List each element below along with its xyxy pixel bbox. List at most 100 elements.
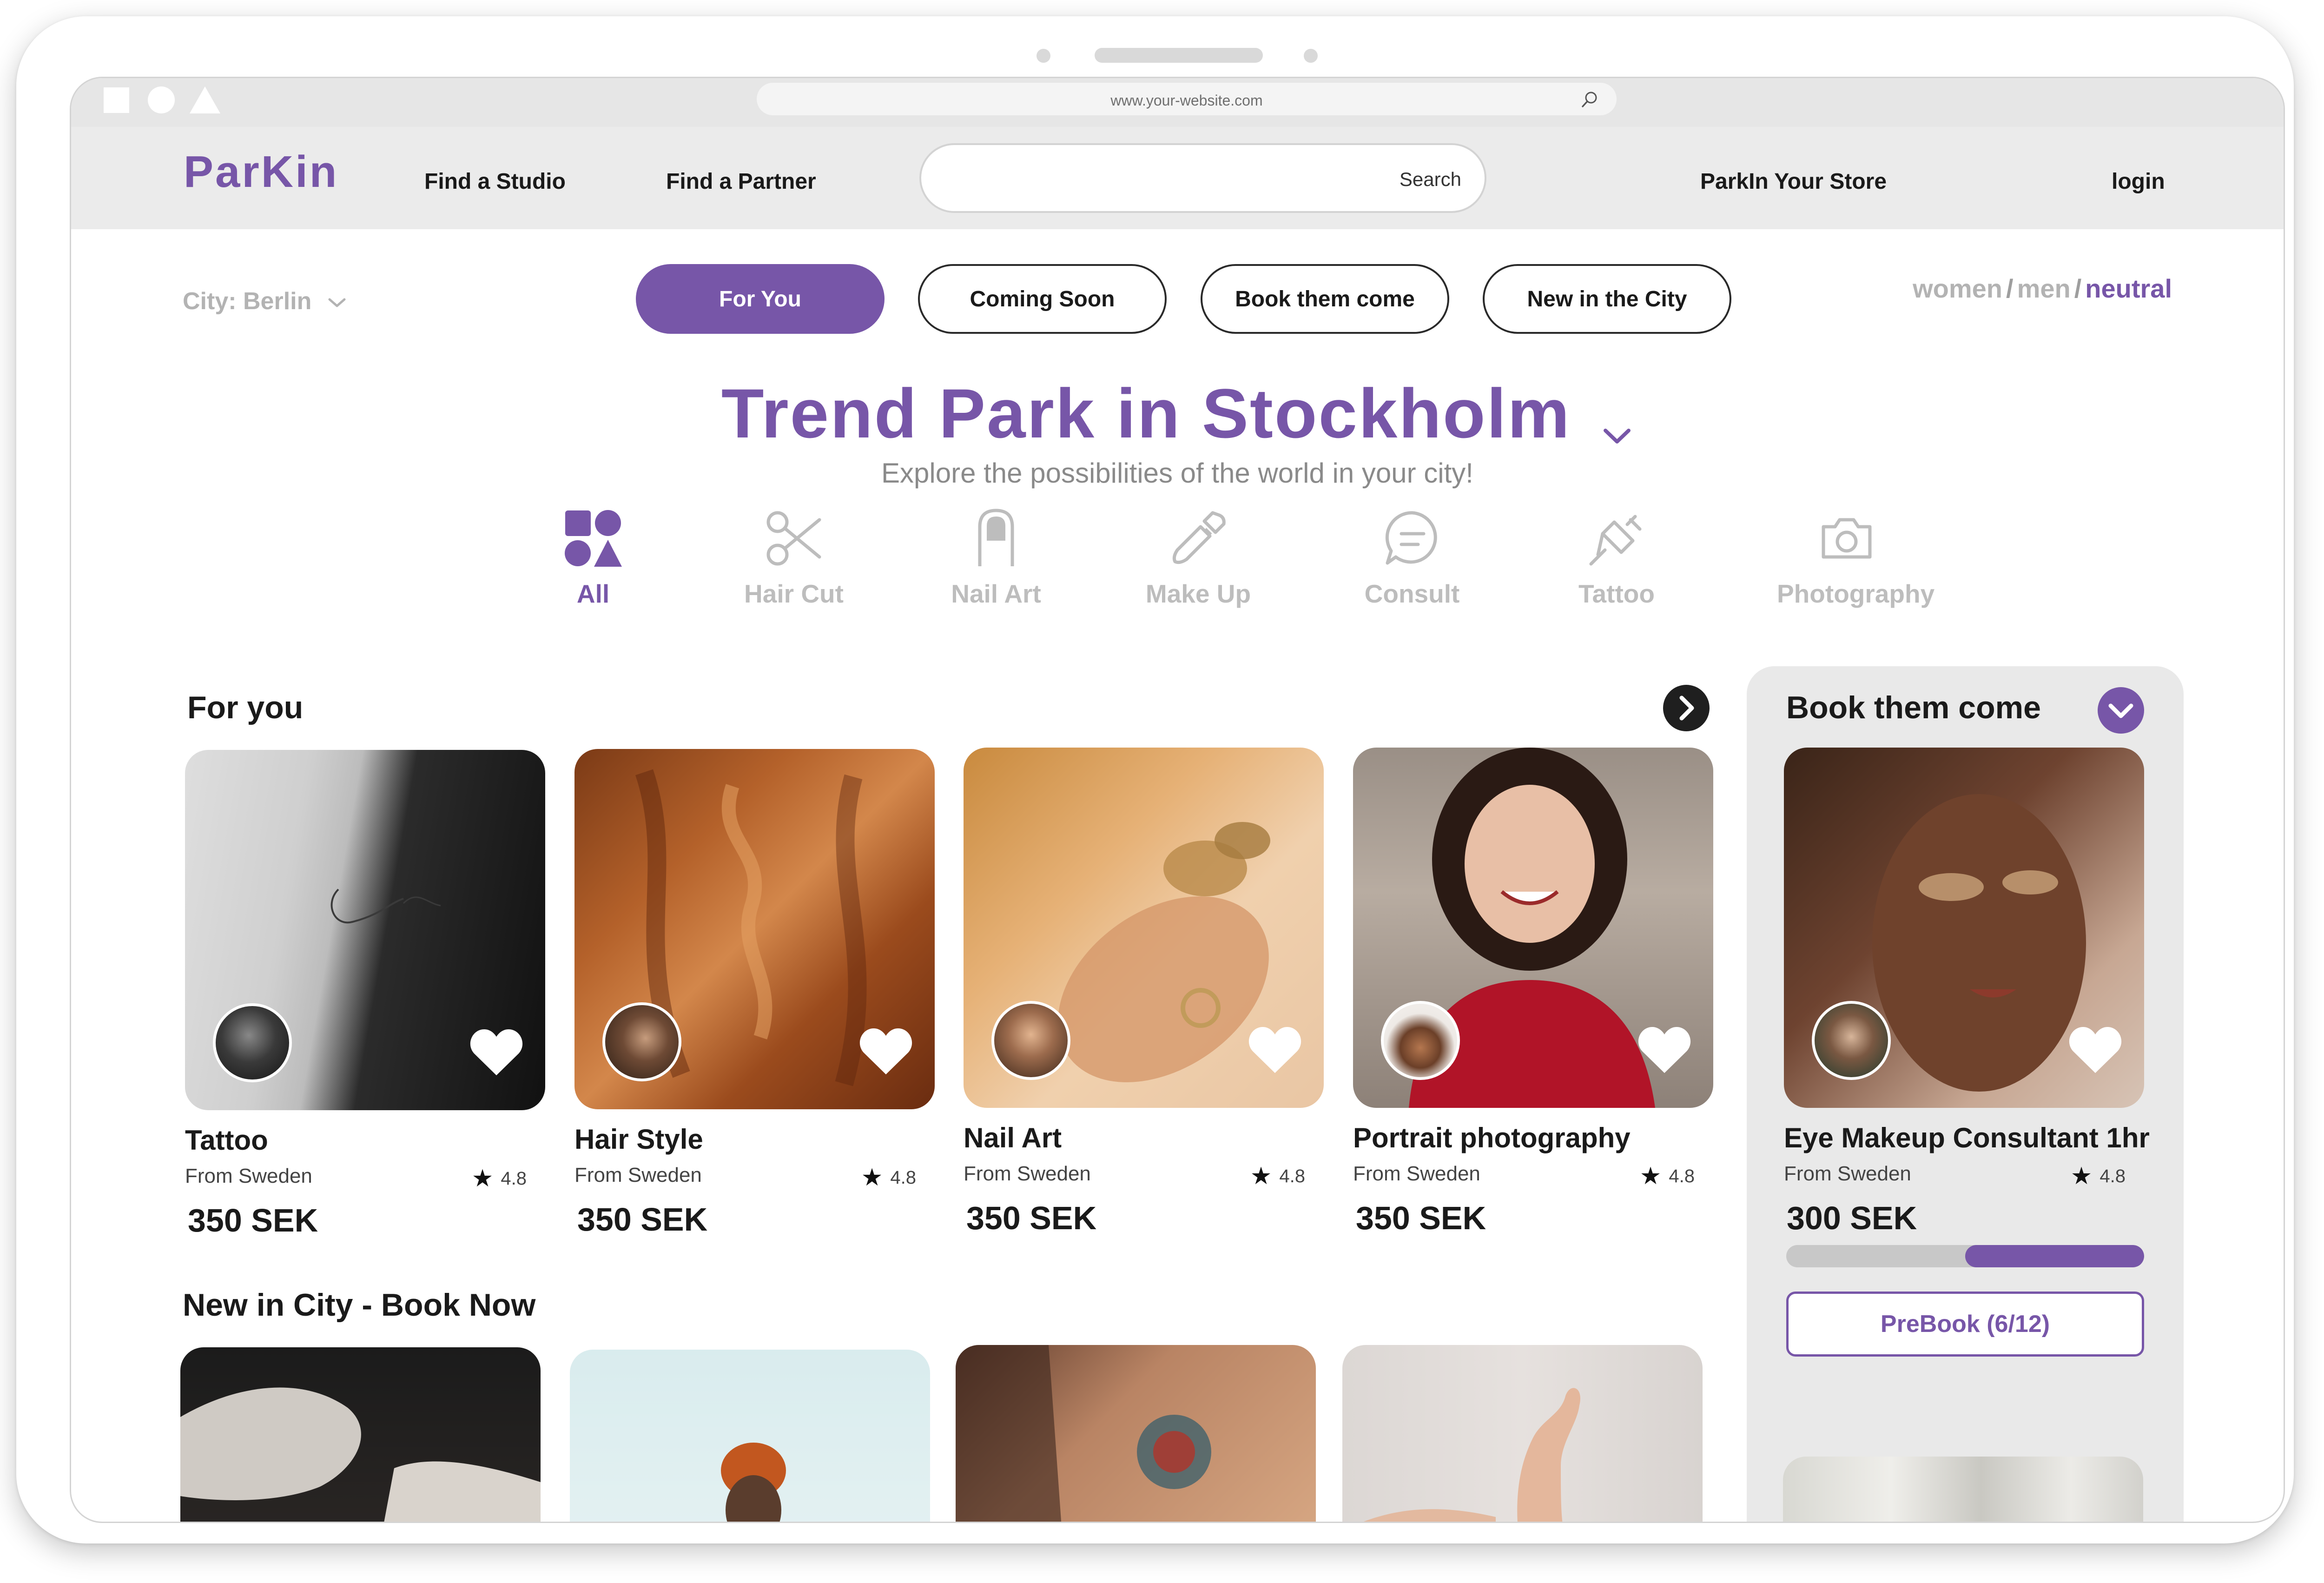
chevron-down-icon xyxy=(328,298,346,307)
panel-dropdown-button[interactable] xyxy=(2098,687,2144,734)
star-icon: ★ xyxy=(861,1164,883,1191)
rating-value: 4.8 xyxy=(2100,1166,2126,1186)
category-label: Hair Cut xyxy=(744,579,844,608)
next-arrow-button[interactable] xyxy=(1663,685,1710,731)
artist-avatar[interactable] xyxy=(213,1003,292,1082)
parkin-logo[interactable]: ParKin xyxy=(184,146,338,198)
service-rating: ★ 4.8 xyxy=(472,1165,527,1192)
address-bar[interactable]: www.your-website.com xyxy=(757,83,1617,115)
browser-chrome: www.your-website.com xyxy=(71,78,2284,127)
nav-parkin-your-store[interactable]: ParkIn Your Store xyxy=(1700,169,1887,194)
service-card[interactable]: Tattoo From Sweden ★ 4.8 350 SEK xyxy=(185,750,545,1239)
service-card-image[interactable] xyxy=(1783,1457,2143,1523)
progress-fill xyxy=(1965,1245,2144,1267)
service-title: Tattoo xyxy=(185,1125,268,1156)
category-all[interactable]: All xyxy=(523,508,663,609)
service-origin: From Sweden xyxy=(185,1165,312,1187)
service-card[interactable]: Nail Art From Sweden ★ 4.8 350 SEK xyxy=(964,748,1324,1237)
pill-for-you[interactable]: For You xyxy=(636,264,885,334)
pill-coming-soon[interactable]: Coming Soon xyxy=(918,264,1167,334)
gender-separator: / xyxy=(2074,274,2082,303)
heart-icon[interactable] xyxy=(2067,1024,2123,1075)
artist-avatar[interactable] xyxy=(991,1001,1070,1080)
address-url: www.your-website.com xyxy=(1110,92,1263,109)
chat-bubble-icon xyxy=(1385,511,1437,565)
gender-women[interactable]: women xyxy=(1913,274,2002,303)
service-card[interactable]: Portrait photography From Sweden ★ 4.8 35… xyxy=(1353,748,1713,1237)
heart-icon[interactable] xyxy=(1247,1024,1303,1075)
book-them-come-panel: Book them come Eye Makeup Consultant 1hr… xyxy=(1747,666,2184,1523)
service-image xyxy=(1353,748,1713,1108)
book-them-come-heading: Book them come xyxy=(1786,690,2041,725)
window-circle-icon[interactable] xyxy=(148,86,175,113)
category-hair-cut[interactable]: Hair Cut xyxy=(724,508,864,609)
heart-icon[interactable] xyxy=(858,1026,914,1077)
tattoo-artist-hands-image xyxy=(180,1387,541,1522)
heart-icon[interactable] xyxy=(469,1027,524,1078)
service-origin: From Sweden xyxy=(964,1162,1091,1185)
new-in-city-card[interactable] xyxy=(956,1345,1316,1522)
service-title: Eye Makeup Consultant 1hr xyxy=(1784,1122,2150,1153)
pill-new-in-city[interactable]: New in the City xyxy=(1483,264,1731,334)
service-rating: ★ 4.8 xyxy=(1250,1162,1305,1190)
new-in-city-card[interactable] xyxy=(1342,1345,1703,1522)
service-card[interactable]: Eye Makeup Consultant 1hr From Sweden ★ 4… xyxy=(1784,748,2150,1237)
star-icon: ★ xyxy=(2070,1163,2093,1190)
star-icon: ★ xyxy=(1639,1163,1662,1190)
prebook-progress-bar xyxy=(1786,1245,2144,1267)
new-in-city-card[interactable] xyxy=(180,1347,541,1522)
shapes-icon xyxy=(565,510,622,567)
login-link[interactable]: login xyxy=(2112,169,2165,194)
category-make-up[interactable]: Make Up xyxy=(1129,508,1268,609)
service-card[interactable]: Hair Style From Sweden ★ 4.8 350 SEK xyxy=(574,749,935,1238)
prebook-button[interactable]: PreBook (6/12) xyxy=(1786,1292,2144,1357)
star-icon: ★ xyxy=(1250,1163,1272,1190)
gender-neutral[interactable]: neutral xyxy=(2085,274,2172,303)
raised-hand-image xyxy=(1363,1388,1580,1522)
service-origin: From Sweden xyxy=(1353,1162,1480,1185)
category-label: Make Up xyxy=(1145,579,1251,608)
category-label: Consult xyxy=(1364,579,1460,608)
service-origin: From Sweden xyxy=(1784,1162,1911,1185)
search-input[interactable]: Search xyxy=(919,143,1486,213)
nail-icon xyxy=(978,509,1014,566)
new-in-city-card[interactable] xyxy=(570,1350,930,1522)
service-image xyxy=(185,750,545,1110)
artist-avatar[interactable] xyxy=(1381,1001,1460,1080)
service-title: Portrait photography xyxy=(1353,1122,1631,1153)
nav-find-studio[interactable]: Find a Studio xyxy=(424,169,566,194)
heart-icon[interactable] xyxy=(1637,1024,1692,1075)
star-icon: ★ xyxy=(471,1165,494,1192)
service-origin: From Sweden xyxy=(574,1164,702,1186)
category-label: Tattoo xyxy=(1578,579,1655,608)
rating-value: 4.8 xyxy=(501,1168,527,1189)
tattooed-arms-image xyxy=(956,1345,1211,1522)
artist-avatar[interactable] xyxy=(1812,1001,1891,1080)
chevron-down-icon[interactable] xyxy=(1601,419,1633,452)
category-tattoo[interactable]: Tattoo xyxy=(1547,508,1686,609)
for-you-heading: For you xyxy=(187,690,304,725)
service-rating: ★ 4.8 xyxy=(861,1164,916,1192)
category-consult[interactable]: Consult xyxy=(1342,508,1482,609)
category-label: Photography xyxy=(1777,579,1935,608)
city-dropdown[interactable]: City: Berlin xyxy=(183,287,347,315)
artist-avatar[interactable] xyxy=(602,1002,681,1081)
service-price: 350 SEK xyxy=(577,1201,708,1238)
search-icon[interactable] xyxy=(1580,90,1599,109)
page-title: Trend Park in Stockholm xyxy=(721,374,1571,452)
camera-dot-left xyxy=(1037,49,1050,63)
makeup-brush-icon xyxy=(1172,511,1226,564)
nav-find-partner[interactable]: Find a Partner xyxy=(666,169,816,194)
window-square-icon[interactable] xyxy=(104,87,129,113)
category-label: Nail Art xyxy=(951,579,1041,608)
gender-men[interactable]: men xyxy=(2017,274,2071,303)
hand-image xyxy=(1783,1457,2143,1523)
window-triangle-icon[interactable] xyxy=(190,86,220,113)
pill-book-them-come[interactable]: Book them come xyxy=(1201,264,1449,334)
category-nail-art[interactable]: Nail Art xyxy=(926,508,1066,609)
scissors-icon xyxy=(766,511,821,566)
browser-screen: www.your-website.com ParKin Find a Studi… xyxy=(70,77,2285,1523)
city-label: City: Berlin xyxy=(183,288,312,315)
gender-filter: women / men / neutral xyxy=(1913,273,2172,304)
category-photography[interactable]: Photography xyxy=(1777,508,1935,609)
